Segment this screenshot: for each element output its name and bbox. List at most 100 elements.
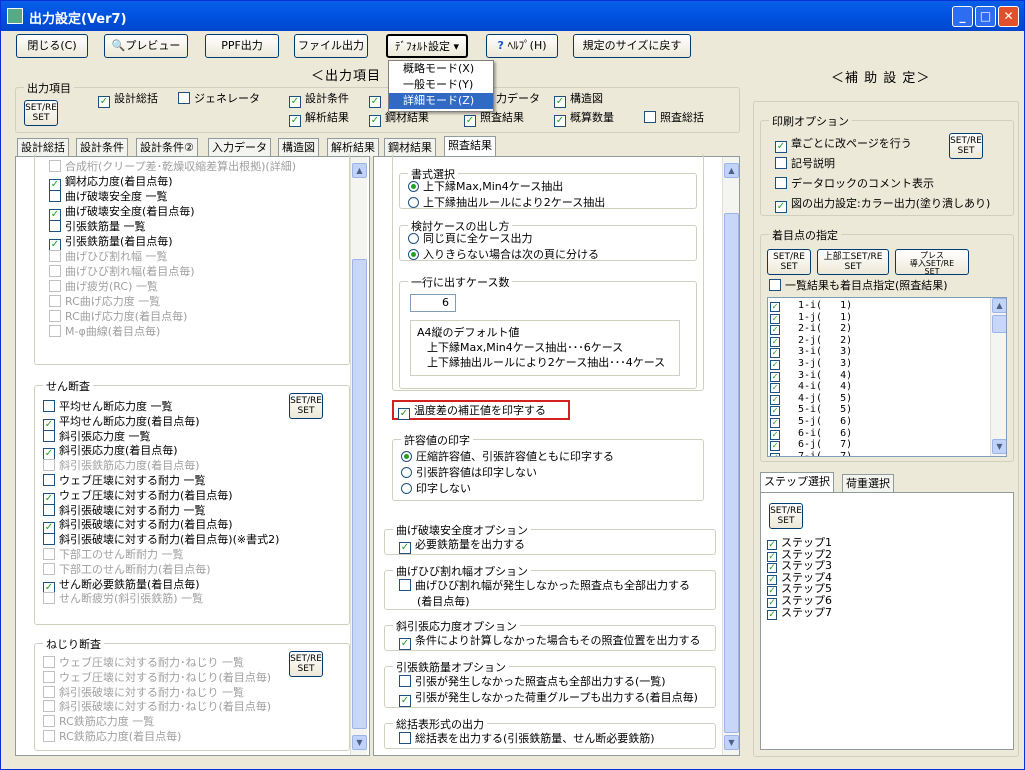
maximize-button[interactable]: □ (975, 6, 996, 27)
left-shear-item-5[interactable]: ウェブ圧壊に対する耐力 一覧 (43, 474, 206, 488)
allow-radio-2[interactable]: 引張許容値は印字しない (401, 466, 537, 480)
menu-item-general[interactable]: 一般モード(Y) (389, 77, 493, 93)
torsion-set-button[interactable]: SET/RE SET (289, 651, 323, 677)
preview-button[interactable]: 🔍プレビュー (104, 34, 188, 58)
focus-point-10[interactable]: ✓ 5-j( 6) (768, 416, 852, 428)
cb-steel-results[interactable]: ✓ 鋼材結果 (369, 111, 429, 127)
shear-set-button[interactable]: SET/RE SET (289, 393, 323, 419)
file-output-button[interactable]: ファイル出力 (294, 34, 368, 58)
menu-item-detail[interactable]: 詳細モード(Z) (389, 93, 493, 109)
left-torsion-item-2[interactable]: 斜引張破壊に対する耐力･ねじり 一覧 (43, 685, 244, 700)
help-button[interactable]: ? ﾍﾙﾌﾟ(H) (486, 34, 558, 58)
focus-point-2[interactable]: ✓ 2-i( 2) (768, 323, 852, 336)
focus-point-5[interactable]: ✓ 3-j( 3) (768, 358, 852, 370)
print-set-button[interactable]: SET/RE SET (949, 133, 983, 159)
tab-load-select[interactable]: 荷重選択 (842, 474, 894, 492)
cb-design-summary[interactable]: ✓ 設計総括 (98, 92, 158, 108)
close-window-button[interactable]: ✕ (998, 6, 1019, 27)
left-top-item-8[interactable]: 曲げ疲労(RC) 一覧 (49, 280, 158, 294)
left-shear-item-6[interactable]: ✓ ウェブ圧壊に対する耐力(着目点毎) (43, 489, 233, 505)
left-scroll-down[interactable]: ▼ (352, 735, 367, 750)
left-scrollbar[interactable]: ▲ ▼ (350, 157, 367, 755)
left-top-item-9[interactable]: RC曲げ応力度 一覧 (49, 295, 160, 309)
cb-datalock-comment[interactable]: データロックのコメント表示 (775, 177, 934, 191)
middle-scroll-up[interactable]: ▲ (724, 163, 739, 178)
left-shear-item-1[interactable]: ✓ 平均せん断応力度(着目点毎) (43, 415, 200, 431)
menu-item-outline[interactable]: 概略モード(X) (389, 61, 493, 77)
left-top-item-5[interactable]: ✓ 引張鉄筋量(着目点毎) (49, 235, 173, 251)
format-radio-2[interactable]: 上下縁抽出ルールにより2ケース抽出 (408, 196, 605, 210)
cb-symbol-notes[interactable]: 記号説明 (775, 157, 835, 171)
left-shear-item-9[interactable]: 斜引張破壊に対する耐力(着目点毎)(※書式2) (43, 533, 279, 547)
pdf-output-button[interactable]: PPF出力 (205, 34, 279, 58)
middle-scroll-thumb[interactable] (724, 213, 739, 733)
left-torsion-item-0[interactable]: ウェブ圧壊に対する耐力･ねじり 一覧 (43, 656, 244, 670)
cases-per-row-input[interactable]: 6 (410, 294, 456, 312)
left-shear-item-13[interactable]: せん断疲労(斜引張鉄筋) 一覧 (43, 592, 203, 606)
default-settings-dropdown[interactable]: ﾃﾞﾌｫﾙﾄ設定 ▾ (386, 34, 468, 58)
step-set-button[interactable]: SET/RE SET (769, 503, 803, 529)
upper-set-button[interactable]: 上部工SET/RE SET (817, 249, 889, 275)
focus-point-0[interactable]: ✓ 1-i( 1) (768, 300, 852, 312)
cb-generator[interactable]: ジェネレータ (178, 92, 260, 106)
left-top-item-6[interactable]: 曲げひび割れ幅 一覧 (49, 250, 168, 264)
left-shear-item-4[interactable]: 斜引張鉄筋応力度(着目点毎) (43, 459, 200, 473)
left-top-item-11[interactable]: M-φ曲線(着目点毎) (49, 325, 160, 339)
cb-point-all[interactable]: 一覧結果も着目点指定(照査結果) (769, 279, 948, 293)
format-radio-1[interactable]: 上下縁Max,Min4ケース抽出 (408, 180, 563, 194)
case-radio-2[interactable]: 入りきらない場合は次の頁に分ける (408, 248, 599, 262)
cb-summary-table[interactable]: 総括表を出力する(引張鉄筋量、せん断必要鉄筋) (399, 732, 655, 746)
left-shear-item-2[interactable]: 斜引張応力度 一覧 (43, 429, 151, 444)
focus-point-11[interactable]: ✓ 6-i( 6) (768, 428, 852, 440)
focus-point-13[interactable]: ✓7-i( 7) (768, 451, 852, 456)
point-set-button[interactable]: SET/RE SET (767, 249, 811, 275)
focus-point-9[interactable]: ✓ 5-i( 5) (768, 404, 852, 417)
left-torsion-item-5[interactable]: RC鉄筋応力度(着目点毎) (43, 730, 181, 744)
allow-radio-1[interactable]: 圧縮許容値、引張許容値ともに印字する (401, 450, 614, 464)
left-shear-item-10[interactable]: 下部工のせん断耐力 一覧 (43, 548, 184, 562)
left-torsion-item-1[interactable]: ウェブ圧壊に対する耐力･ねじり(着目点毎) (43, 670, 271, 685)
left-scroll-up[interactable]: ▲ (352, 163, 367, 178)
focus-point-3[interactable]: ✓ 2-j( 2) (768, 335, 852, 347)
middle-scrollbar[interactable]: ▲ ▼ (722, 157, 739, 755)
left-top-item-7[interactable]: 曲げひび割れ幅(着目点毎) (49, 265, 195, 279)
focus-point-4[interactable]: ✓ 3-i( 3) (768, 346, 852, 359)
focus-point-8[interactable]: ✓ 4-j( 5) (768, 393, 852, 405)
left-top-item-3[interactable]: ✓ 曲げ破壊安全度(着目点毎) (49, 205, 195, 221)
point-scrollbar[interactable]: ▲ ▼ (990, 298, 1006, 456)
focus-point-12[interactable]: ✓ 6-j( 7) (768, 439, 852, 452)
point-scroll-down[interactable]: ▼ (992, 439, 1006, 454)
left-top-item-0[interactable]: 合成桁(クリープ差･乾燥収縮差算出根拠)(詳細) (49, 160, 296, 174)
left-top-item-4[interactable]: 引張鉄筋量 一覧 (49, 220, 146, 234)
prestress-set-button[interactable]: プレス 導入SET/RE SET (895, 249, 969, 276)
point-scroll-up[interactable]: ▲ (992, 298, 1006, 313)
point-scroll-thumb[interactable] (992, 315, 1006, 333)
cb-page-break[interactable]: ✓ 章ごとに改ページを行う (775, 137, 912, 153)
cb-tension-groups[interactable]: ✓ 引張が発生しなかった荷重グループも出力する(着目点毎) (399, 691, 698, 707)
cb-tension-points[interactable]: 引張が発生しなかった照査点も全部出力する(一覧) (399, 675, 666, 689)
cb-quantity[interactable]: ✓ 概算数量 (554, 111, 614, 127)
cb-temp-correction[interactable]: ✓ 温度差の補正値を印字する (398, 404, 546, 420)
left-shear-item-7[interactable]: 斜引張破壊に対する耐力 一覧 (43, 503, 206, 518)
cb-check-results[interactable]: ✓ 照査結果 (464, 111, 524, 127)
left-shear-item-8[interactable]: ✓ 斜引張破壊に対する耐力(着目点毎) (43, 518, 233, 535)
minimize-button[interactable]: _ (952, 6, 973, 27)
left-shear-item-0[interactable]: 平均せん断応力度 一覧 (43, 400, 173, 414)
focus-point-6[interactable]: ✓ 3-i( 4) (768, 370, 852, 382)
title-bar[interactable]: 出力設定(Ver7) _ □ ✕ (1, 1, 1024, 31)
cb-crack-all[interactable]: 曲げひび割れ幅が発生しなかった照査点も全部出力する (399, 579, 690, 593)
left-torsion-item-4[interactable]: RC鉄筋応力度 一覧 (43, 715, 154, 729)
left-torsion-item-3[interactable]: 斜引張破壊に対する耐力･ねじり(着目点毎) (43, 700, 271, 714)
left-top-item-10[interactable]: RC曲げ応力度(着目点毎) (49, 310, 187, 324)
reset-size-button[interactable]: 規定のサイズに戻す (573, 34, 691, 58)
left-top-item-2[interactable]: 曲げ破壊安全度 一覧 (49, 190, 168, 204)
step-item-6[interactable]: ✓ ステップ7 (765, 607, 832, 620)
left-top-item-1[interactable]: ✓ 鋼材応力度(着目点毎) (49, 175, 173, 191)
cb-analysis-results[interactable]: ✓ 解析結果 (289, 111, 349, 127)
case-radio-1[interactable]: 同じ頁に全ケース出力 (408, 232, 532, 246)
cb-input-data[interactable]: ✓ (369, 92, 385, 108)
tab-step-select[interactable]: ステップ選択 (760, 472, 834, 492)
output-items-set-button[interactable]: SET/RE SET (24, 100, 58, 126)
focus-point-1[interactable]: ✓ 1-j( 1) (768, 312, 852, 324)
cb-required-rebar[interactable]: ✓ 必要鉄筋量を出力する (399, 538, 525, 554)
